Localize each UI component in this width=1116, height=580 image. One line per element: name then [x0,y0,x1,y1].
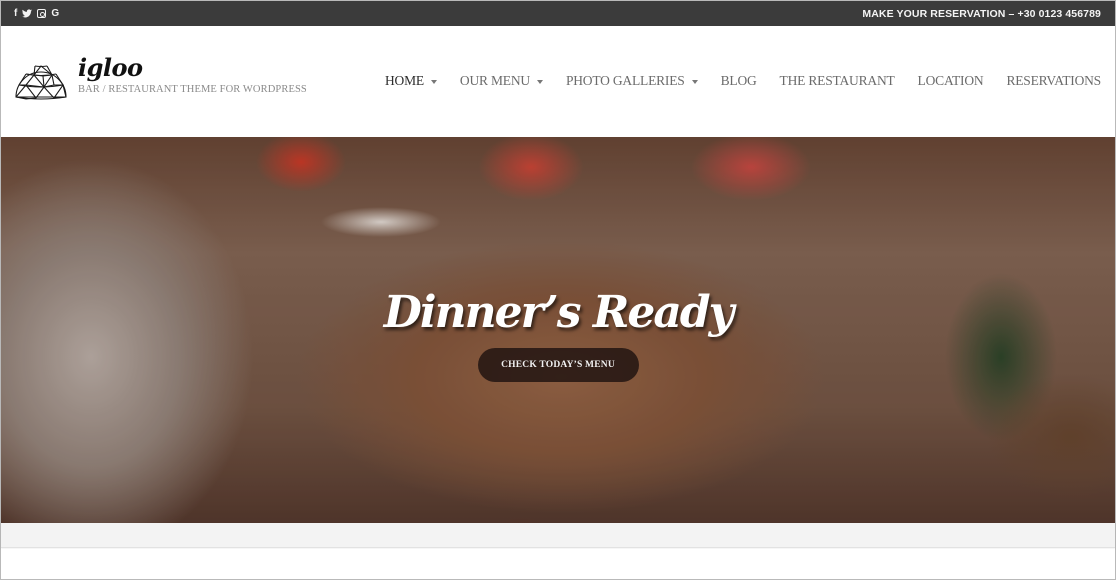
reservation-phone: MAKE YOUR RESERVATION – +30 0123 456789 [862,7,1101,20]
nav-item-reservations[interactable]: RESERVATIONS [1006,73,1101,89]
twitter-icon[interactable] [22,9,33,18]
caret-down-icon [691,79,698,84]
caret-down-icon [430,79,437,84]
igloo-dome-icon [15,65,67,100]
nav-item-label: OUR MENU [459,73,530,88]
site-header: igloo BAR / RESTAURANT THEME FOR WORDPRE… [1,26,1115,137]
instagram-icon[interactable] [37,9,47,18]
facebook-icon[interactable]: f [14,8,17,19]
nav-item-our-menu[interactable]: OUR MENU [460,73,543,89]
hero-content: Dinner’s Ready CHECK TODAY’S MENU [1,287,1115,382]
site-logo[interactable]: igloo BAR / RESTAURANT THEME FOR WORDPRE… [14,56,307,101]
hero-banner: Dinner’s Ready CHECK TODAY’S MENU [1,137,1115,523]
google-icon[interactable]: G [51,8,59,19]
section-divider-band [1,523,1115,548]
caret-down-icon [536,79,543,84]
hero-title: Dinner’s Ready [383,287,734,338]
main-navigation: HOME OUR MENU PHOTO GALLERIES BLOG THE R… [362,73,1101,89]
social-links: f G [14,8,59,19]
nav-item-home[interactable]: HOME [385,73,437,89]
top-bar: f G MAKE YOUR RESERVATION – +30 0123 456… [1,1,1115,26]
check-menu-button[interactable]: CHECK TODAY’S MENU [477,348,639,382]
nav-item-photo-galleries[interactable]: PHOTO GALLERIES [566,73,698,89]
nav-item-blog[interactable]: BLOG [721,73,757,89]
content-area [1,549,1115,579]
nav-item-label: BLOG [720,73,757,88]
brand-name[interactable]: igloo [78,56,307,80]
nav-item-location[interactable]: LOCATION [918,73,984,89]
site-tagline: BAR / RESTAURANT THEME FOR WORDPRESS [78,84,307,95]
nav-item-the-restaurant[interactable]: THE RESTAURANT [780,73,895,89]
nav-item-label: PHOTO GALLERIES [565,73,685,88]
nav-item-label: HOME [384,73,424,88]
nav-item-label: LOCATION [917,73,984,88]
nav-item-label: THE RESTAURANT [779,73,895,88]
nav-item-label: RESERVATIONS [1006,73,1101,88]
